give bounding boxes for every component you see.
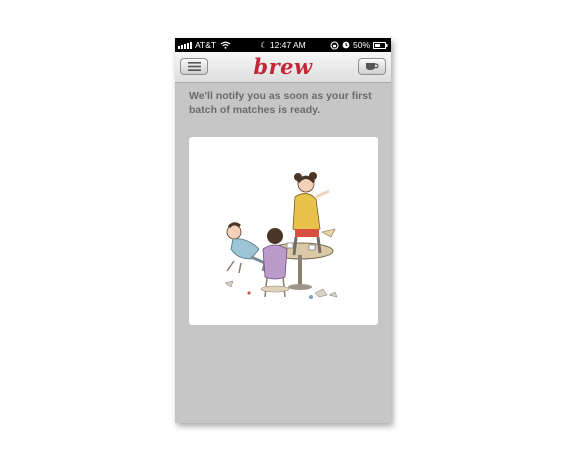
battery-percent: 50% (352, 40, 370, 50)
illustration-card (189, 137, 378, 325)
clock-time: 12:47 AM (269, 40, 306, 50)
status-bar: AT&T ☾ 12:47 AM 50% (175, 38, 391, 52)
coffee-cup-icon (366, 63, 379, 70)
battery-icon (373, 41, 388, 49)
coffee-cup-button[interactable] (358, 58, 386, 75)
coffee-shop-illustration (224, 172, 338, 299)
navigation-bar: brew (175, 52, 391, 83)
rotation-lock-icon (330, 40, 339, 50)
moon-icon: ☾ (260, 40, 268, 50)
phone-screen: AT&T ☾ 12:47 AM 50% brew We'll notify yo… (175, 38, 391, 423)
alarm-icon (342, 41, 350, 49)
status-right: 50% (330, 38, 388, 52)
notification-message: We'll notify you as soon as your first b… (189, 90, 372, 116)
